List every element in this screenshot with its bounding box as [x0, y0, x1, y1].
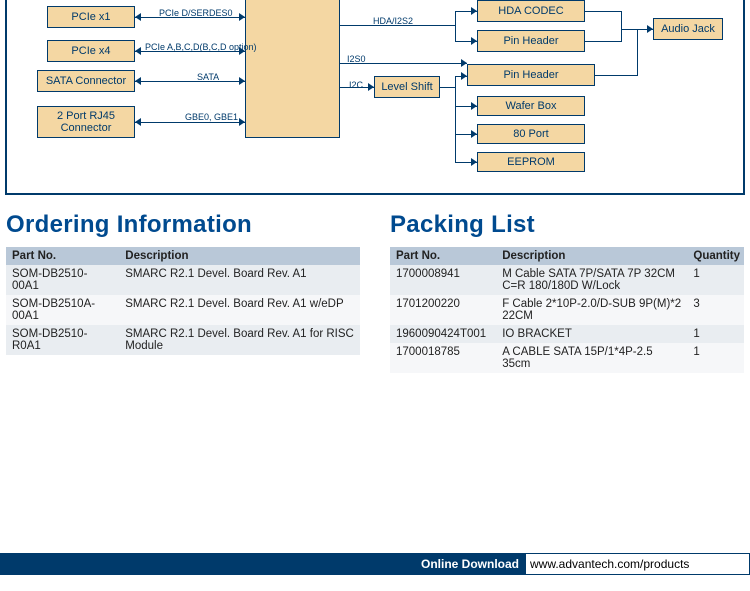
node-pin-header-2: Pin Header: [467, 64, 595, 86]
node-rj45: 2 Port RJ45 Connector: [37, 106, 135, 138]
node-audio-jack: Audio Jack: [653, 18, 723, 40]
label-gbe: GBE0, GBE1: [185, 112, 238, 122]
block-diagram: PCIe x1 PCIe x4 SATA Connector 2 Port RJ…: [5, 0, 745, 195]
table-row: 1701200220 F Cable 2*10P-2.0/D-SUB 9P(M)…: [390, 295, 744, 325]
footer-url[interactable]: www.advantech.com/products: [525, 553, 750, 575]
table-row: 1700008941 M Cable SATA 7P/SATA 7P 32CM …: [390, 265, 744, 295]
table-row: SOM-DB2510A-00A1 SMARC R2.1 Devel. Board…: [6, 295, 360, 325]
node-hda-codec: HDA CODEC: [477, 0, 585, 22]
footer: Online Download www.advantech.com/produc…: [0, 553, 750, 575]
node-eeprom: EEPROM: [477, 152, 585, 172]
node-sata-connector: SATA Connector: [37, 70, 135, 92]
footer-label: Online Download: [0, 553, 525, 575]
packing-table: Part No. Description Quantity 1700008941…: [390, 247, 744, 373]
ordering-header-desc: Description: [119, 247, 360, 265]
node-level-shift: Level Shift: [374, 76, 440, 98]
label-i2c: I2C: [349, 80, 363, 90]
table-row: SOM-DB2510-00A1 SMARC R2.1 Devel. Board …: [6, 265, 360, 295]
node-pcie-x4: PCIe x4: [47, 40, 135, 62]
ordering-title: Ordering Information: [6, 211, 360, 239]
node-80-port: 80 Port: [477, 124, 585, 144]
table-row: 1700018785 A CABLE SATA 15P/1*4P-2.5 35c…: [390, 343, 744, 373]
packing-header-desc: Description: [496, 247, 687, 265]
packing-header-partno: Part No.: [390, 247, 496, 265]
packing-header-qty: Quantity: [687, 247, 744, 265]
node-wafer-box: Wafer Box: [477, 96, 585, 116]
ordering-header-partno: Part No.: [6, 247, 119, 265]
node-pin-header-1: Pin Header: [477, 30, 585, 52]
packing-title: Packing List: [390, 211, 744, 239]
node-pcie-x1: PCIe x1: [47, 6, 135, 28]
ordering-table: Part No. Description SOM-DB2510-00A1 SMA…: [6, 247, 360, 355]
table-row: 1960090424T001 IO BRACKET 1: [390, 325, 744, 343]
central-chip: [245, 0, 340, 138]
table-row: SOM-DB2510-R0A1 SMARC R2.1 Devel. Board …: [6, 325, 360, 355]
